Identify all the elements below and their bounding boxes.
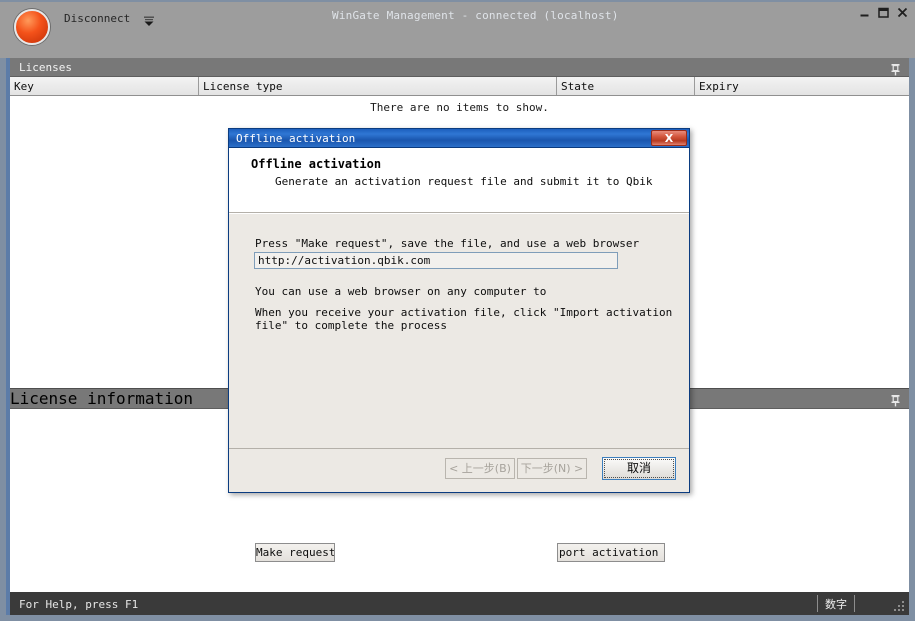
- app-root: Disconnect WinGate Management - connecte…: [0, 0, 915, 621]
- dialog-titlebar: Offline activation X: [229, 129, 689, 148]
- status-pane-input-mode: 数字: [817, 595, 855, 612]
- chevron-down-icon[interactable]: [142, 13, 156, 27]
- make-request-button[interactable]: Make request: [255, 543, 335, 562]
- column-header-key[interactable]: Key: [10, 77, 199, 95]
- back-button: < 上一步(B): [445, 458, 515, 479]
- resize-grip-icon[interactable]: [892, 598, 906, 612]
- licenses-table-header: Key License type State Expiry: [10, 77, 909, 96]
- instruction-line-2: You can use a web browser on any compute…: [255, 285, 547, 298]
- minimize-icon[interactable]: [858, 6, 871, 19]
- maximize-icon[interactable]: [877, 6, 890, 19]
- pin-icon[interactable]: [890, 61, 901, 76]
- next-button: 下一步(N) >: [517, 458, 587, 479]
- import-activation-file-button[interactable]: port activation fi: [557, 543, 665, 562]
- cancel-button[interactable]: 取消: [602, 457, 676, 480]
- status-message: For Help, press F1: [19, 598, 139, 611]
- column-header-expiry[interactable]: Expiry: [695, 77, 909, 95]
- pin-icon[interactable]: [890, 392, 901, 407]
- activation-url-input[interactable]: [254, 252, 618, 269]
- instruction-line-3: When you receive your activation file, c…: [255, 306, 673, 332]
- empty-list-message: There are no items to show.: [370, 101, 549, 114]
- window-titlebar: Disconnect WinGate Management - connecte…: [0, 0, 915, 58]
- connection-status-orb[interactable]: [14, 9, 50, 45]
- dialog-footer: < 上一步(B) 下一步(N) > 取消: [229, 448, 689, 492]
- license-information-panel-title: License information: [10, 389, 194, 408]
- column-header-license-type[interactable]: License type: [199, 77, 557, 95]
- instruction-line-1: Press "Make request", save the file, and…: [255, 237, 640, 250]
- dialog-title: Offline activation: [236, 132, 356, 145]
- close-icon[interactable]: X: [651, 130, 687, 146]
- licenses-panel-title: Licenses: [19, 61, 72, 74]
- window-right-edge: [909, 0, 915, 621]
- window-title: WinGate Management - connected (localhos…: [332, 9, 619, 22]
- window-bottom-edge: [0, 615, 915, 621]
- dialog-header: Offline activation Generate an activatio…: [229, 148, 689, 213]
- dialog-header-subtitle: Generate an activation request file and …: [275, 175, 653, 188]
- disconnect-button[interactable]: Disconnect: [64, 12, 130, 25]
- offline-activation-dialog: Offline activation X Offline activation …: [228, 128, 690, 562]
- column-header-state[interactable]: State: [557, 77, 695, 95]
- dialog-header-title: Offline activation: [251, 157, 382, 171]
- close-icon[interactable]: [896, 6, 909, 19]
- licenses-panel-caption: Licenses: [10, 58, 909, 77]
- status-bar: For Help, press F1 数字: [6, 592, 909, 615]
- window-controls: [858, 6, 909, 19]
